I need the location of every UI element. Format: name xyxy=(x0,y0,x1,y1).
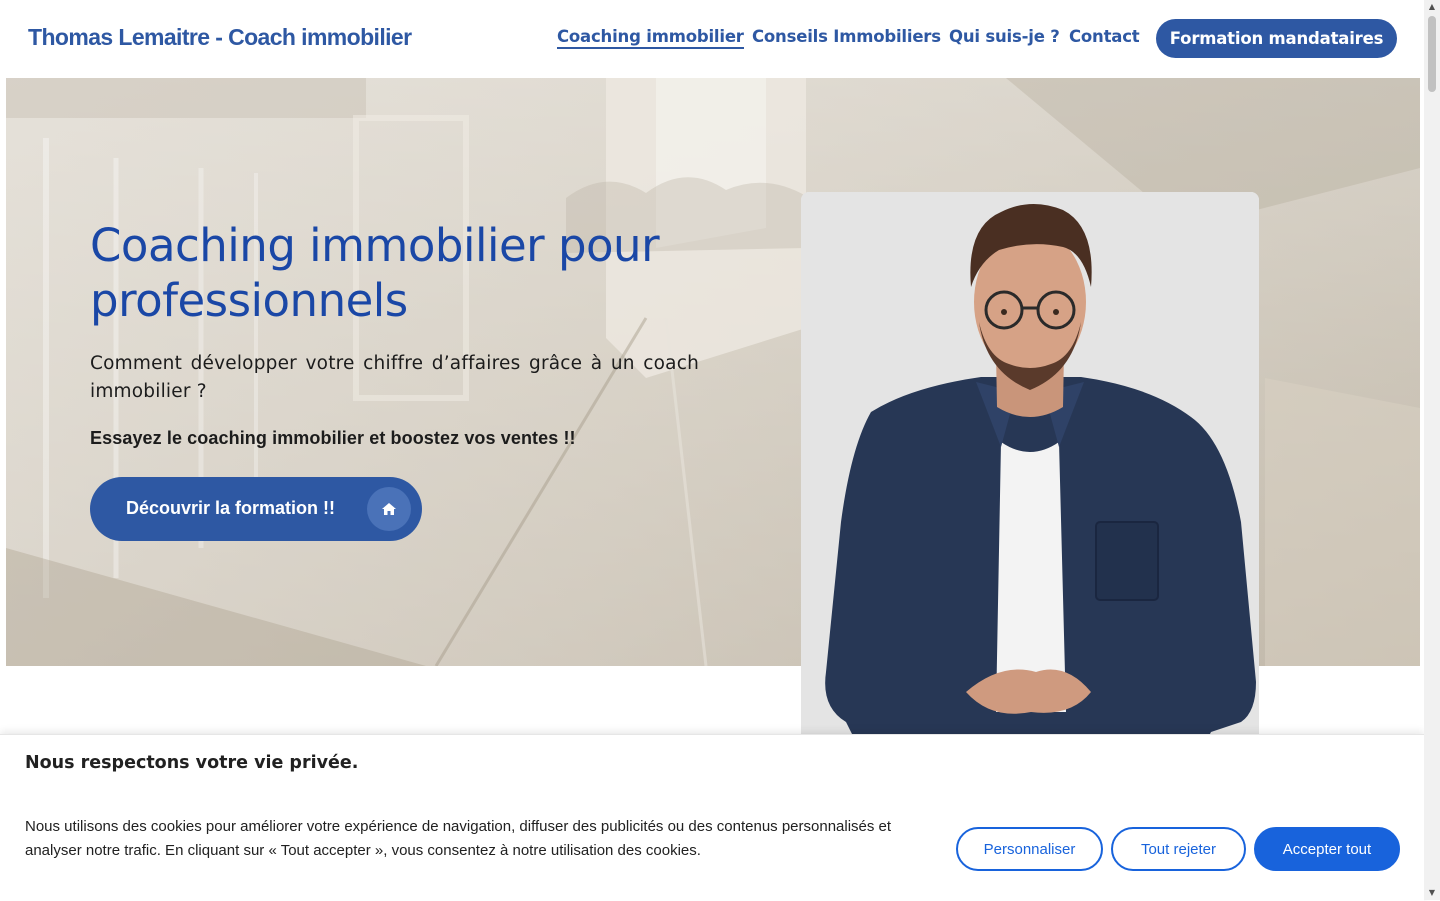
hero-tagline: Essayez le coaching immobilier et booste… xyxy=(90,428,576,448)
nav-link-coaching-immobilier[interactable]: Coaching immobilier xyxy=(557,27,744,49)
hero-title: Coaching immobilier pour professionnels xyxy=(90,219,660,327)
scroll-up-arrow-icon[interactable]: ▲ xyxy=(1424,0,1440,14)
nav-link-contact[interactable]: Contact xyxy=(1069,27,1140,46)
nav-link-conseils-immobiliers[interactable]: Conseils Immobiliers xyxy=(752,27,941,46)
cookie-consent-banner: Nous respectons votre vie privée. Nous u… xyxy=(0,734,1424,901)
decouvrir-formation-label: Découvrir la formation !! xyxy=(126,498,336,518)
site-title-link[interactable]: Thomas Lemaitre - Coach immobilier xyxy=(28,24,412,51)
scroll-down-arrow-icon[interactable]: ▼ xyxy=(1424,886,1440,900)
site-header: Thomas Lemaitre - Coach immobilier Coach… xyxy=(0,0,1424,78)
cookie-accept-all-button[interactable]: Accepter tout xyxy=(1254,827,1400,871)
scrollbar-thumb[interactable] xyxy=(1428,16,1436,92)
cookie-banner-text: Nous utilisons des cookies pour améliore… xyxy=(25,818,892,859)
page-scrollbar[interactable]: ▲ ▼ xyxy=(1424,0,1440,900)
formation-mandataires-button[interactable]: Formation mandataires xyxy=(1156,19,1397,58)
decouvrir-formation-button[interactable]: Découvrir la formation !! xyxy=(90,477,422,541)
cookie-customize-button[interactable]: Personnaliser xyxy=(956,827,1103,871)
hero-subtitle: Comment développer votre chiffre d’affai… xyxy=(90,353,699,402)
cookie-banner-title: Nous respectons votre vie privée. xyxy=(25,753,359,773)
cookie-reject-all-button[interactable]: Tout rejeter xyxy=(1111,827,1246,871)
home-icon xyxy=(367,487,411,531)
coach-portrait-image xyxy=(801,192,1259,752)
nav-link-qui-suis-je[interactable]: Qui suis-je ? xyxy=(949,27,1060,46)
